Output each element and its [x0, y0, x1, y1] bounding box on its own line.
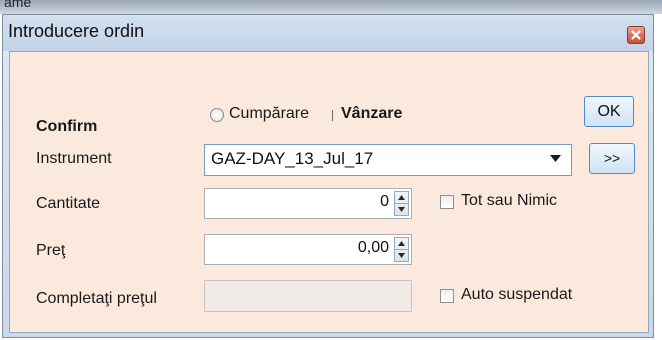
ok-button[interactable]: OK [584, 96, 634, 127]
close-icon [631, 30, 641, 40]
chevron-down-icon [550, 155, 561, 162]
sell-label[interactable]: Vânzare [341, 105, 402, 123]
all-or-none-label: Tot sau Nimic [461, 192, 558, 209]
buy-label[interactable]: Cumpărare [229, 105, 309, 123]
sell-radio[interactable] [332, 110, 333, 121]
auto-suspended-label: Auto suspendat [461, 286, 573, 303]
order-dialog: Introducere ordin Confirm Cumpărare Vânz… [2, 14, 654, 338]
background-text: ame [4, 0, 32, 10]
confirm-label: Confirm [36, 118, 98, 135]
quantity-value: 0 [380, 193, 389, 210]
price-spin-buttons[interactable] [394, 237, 409, 262]
buy-radio[interactable] [210, 108, 224, 122]
price-value: 0,00 [357, 239, 389, 256]
close-button[interactable] [627, 26, 645, 44]
fill-price-field [204, 280, 412, 312]
spin-up-icon [398, 241, 405, 246]
more-button[interactable]: >> [589, 143, 635, 174]
dialog-content: Confirm Cumpărare Vânzare OK Instrument … [9, 51, 649, 333]
instrument-value: GAZ-DAY_13_Jul_17 [211, 149, 374, 168]
price-label: Preţ [36, 242, 66, 259]
quantity-label: Cantitate [36, 195, 101, 212]
title-bar[interactable]: Introducere ordin [3, 15, 653, 51]
spin-up-icon [398, 195, 405, 200]
background-window-strip: ame [0, 0, 662, 14]
all-or-none-checkbox[interactable] [440, 195, 454, 209]
quantity-spin-buttons[interactable] [394, 191, 409, 216]
instrument-dropdown[interactable]: GAZ-DAY_13_Jul_17 [204, 144, 572, 176]
instrument-label: Instrument [36, 150, 112, 167]
dialog-title: Introducere ordin [8, 21, 145, 41]
quantity-stepper[interactable]: 0 [204, 188, 412, 219]
spin-down-icon [398, 253, 405, 258]
price-stepper[interactable]: 0,00 [204, 234, 412, 265]
fill-price-label: Completaţi preţul [36, 290, 157, 307]
spin-down-icon [398, 207, 405, 212]
auto-suspended-checkbox[interactable] [440, 289, 454, 303]
